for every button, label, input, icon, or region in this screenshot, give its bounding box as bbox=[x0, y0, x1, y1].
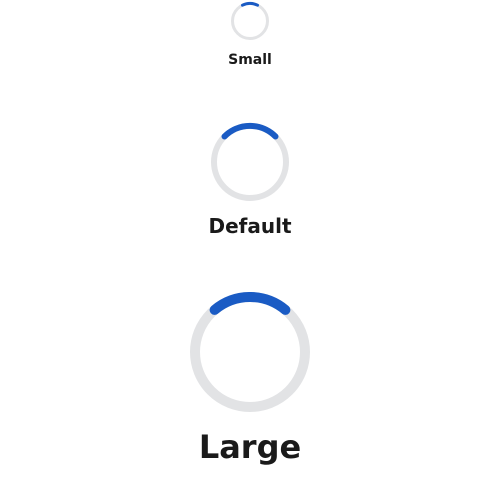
large-loading-spinner-icon bbox=[190, 292, 310, 412]
default-spinner-indicator bbox=[221, 122, 279, 140]
large-spinner-indicator bbox=[209, 292, 291, 315]
small-spinner-label: Small bbox=[228, 52, 272, 68]
default-loading-spinner-icon bbox=[211, 122, 289, 201]
default-spinner-label: Default bbox=[208, 214, 292, 238]
small-loading-spinner-icon bbox=[231, 2, 269, 40]
large-spinner-label: Large bbox=[198, 428, 302, 466]
small-spinner-track bbox=[231, 2, 269, 40]
